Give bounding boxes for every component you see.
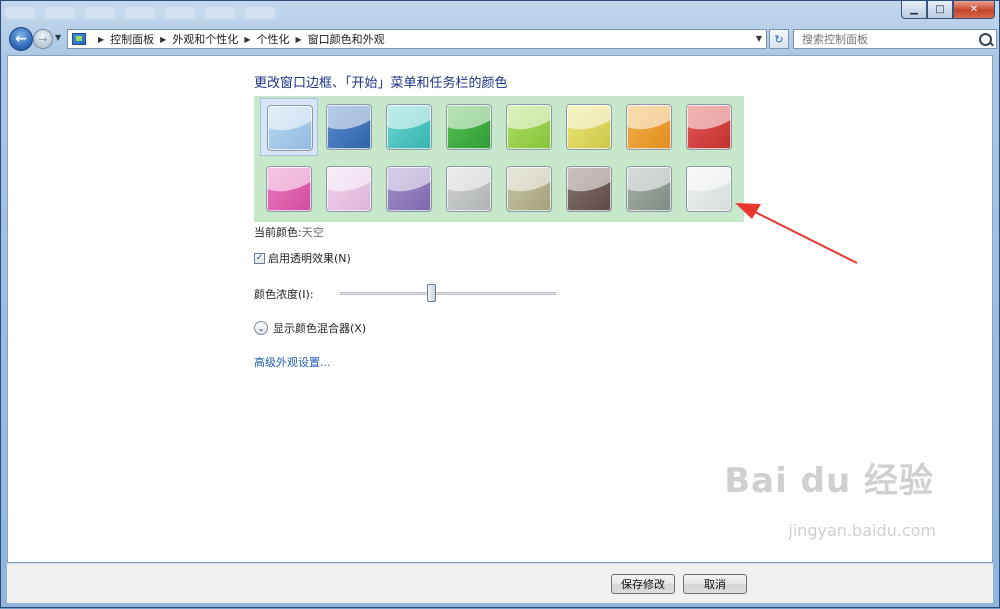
control-panel-icon bbox=[72, 33, 86, 45]
search-icon[interactable] bbox=[979, 33, 992, 46]
transparency-checkbox[interactable]: ✓ bbox=[254, 252, 265, 264]
search-box[interactable] bbox=[793, 29, 997, 49]
title-text-blurred bbox=[5, 7, 275, 19]
color-swatch-cell[interactable] bbox=[680, 98, 738, 156]
color-swatch-cell[interactable] bbox=[500, 160, 558, 218]
color-swatch[interactable] bbox=[326, 166, 372, 212]
color-swatch[interactable] bbox=[686, 104, 732, 150]
page-title: 更改窗口边框、「开始」菜单和任务栏的颜色 bbox=[254, 76, 508, 91]
color-swatch[interactable] bbox=[626, 104, 672, 150]
color-swatch[interactable] bbox=[326, 104, 372, 150]
chevron-down-icon[interactable]: ⌄ bbox=[254, 321, 268, 335]
color-swatch-cell[interactable] bbox=[440, 160, 498, 218]
color-swatch-cell[interactable] bbox=[440, 98, 498, 156]
footer-bar: 保存修改 取消 bbox=[7, 563, 993, 603]
current-color-value: 天空 bbox=[301, 226, 324, 239]
color-swatch-cell[interactable] bbox=[260, 98, 318, 156]
breadcrumb-control-panel[interactable]: 控制面板 ▶ bbox=[110, 31, 172, 47]
current-color-label: 当前颜色: bbox=[254, 226, 302, 239]
navigation-bar: ← → ▼ ▶ 控制面板 ▶ 外观和个性化 ▶ 个性化 ▶ 窗口颜色和外观 ▼ ↻ bbox=[5, 27, 997, 51]
color-swatch-cell[interactable] bbox=[560, 98, 618, 156]
color-swatch[interactable] bbox=[446, 166, 492, 212]
color-swatch[interactable] bbox=[446, 104, 492, 150]
checkmark-icon: ✓ bbox=[255, 252, 264, 263]
breadcrumb-window-color[interactable]: 窗口颜色和外观 bbox=[308, 31, 385, 47]
color-swatch[interactable] bbox=[506, 166, 552, 212]
recent-pages-dropdown-icon[interactable]: ▼ bbox=[55, 33, 61, 42]
color-swatch-cell[interactable] bbox=[320, 160, 378, 218]
save-changes-button[interactable]: 保存修改 bbox=[611, 574, 675, 594]
color-swatch[interactable] bbox=[266, 166, 312, 212]
refresh-icon: ↻ bbox=[774, 32, 784, 46]
baidu-watermark-url: jingyan.baidu.com bbox=[788, 521, 936, 540]
back-arrow-icon: ← bbox=[15, 31, 27, 47]
cancel-button[interactable]: 取消 bbox=[683, 574, 747, 594]
chevron-right-icon: ▶ bbox=[98, 34, 105, 44]
color-swatch[interactable] bbox=[566, 104, 612, 150]
color-swatch[interactable] bbox=[386, 166, 432, 212]
color-swatch[interactable] bbox=[686, 166, 732, 212]
breadcrumb-separator[interactable]: ▶ bbox=[92, 35, 110, 44]
back-button[interactable]: ← bbox=[9, 27, 33, 51]
breadcrumb-label: 个性化 bbox=[256, 33, 290, 46]
intensity-label: 颜色浓度(I): bbox=[254, 288, 314, 301]
forward-button[interactable]: → bbox=[33, 29, 53, 49]
advanced-appearance-link[interactable]: 高级外观设置... bbox=[254, 354, 331, 370]
color-swatch-cell[interactable] bbox=[380, 160, 438, 218]
address-bar[interactable]: ▶ 控制面板 ▶ 外观和个性化 ▶ 个性化 ▶ 窗口颜色和外观 ▼ bbox=[67, 29, 767, 49]
chevron-right-icon[interactable]: ▶ bbox=[160, 35, 166, 44]
color-swatch[interactable] bbox=[267, 105, 313, 151]
color-swatch-cell[interactable] bbox=[560, 160, 618, 218]
chevron-right-icon[interactable]: ▶ bbox=[244, 35, 250, 44]
color-swatch-cell[interactable] bbox=[620, 160, 678, 218]
color-swatch[interactable] bbox=[506, 104, 552, 150]
refresh-button[interactable]: ↻ bbox=[769, 29, 789, 49]
color-swatch[interactable] bbox=[626, 166, 672, 212]
transparency-option[interactable]: ✓ 启用透明效果(N) bbox=[254, 250, 351, 266]
color-swatch[interactable] bbox=[386, 104, 432, 150]
breadcrumb-label: 外观和个性化 bbox=[172, 33, 239, 46]
current-color: 当前颜色:天空 bbox=[254, 224, 324, 240]
address-dropdown-icon[interactable]: ▼ bbox=[756, 34, 762, 43]
color-swatch-cell[interactable] bbox=[500, 98, 558, 156]
breadcrumb-personalization[interactable]: 个性化 ▶ bbox=[256, 31, 307, 47]
color-swatch-cell[interactable] bbox=[320, 98, 378, 156]
close-button[interactable]: ✕ bbox=[953, 1, 995, 19]
breadcrumb-label: 窗口颜色和外观 bbox=[307, 33, 385, 46]
maximize-button[interactable]: □ bbox=[927, 1, 953, 19]
control-panel-window: ▁ □ ✕ ← → ▼ ▶ 控制面板 ▶ 外观和个性化 ▶ 个性化 ▶ 窗口颜色和外观… bbox=[0, 0, 1000, 608]
intensity-slider-track[interactable] bbox=[340, 292, 556, 295]
color-swatch-cell[interactable] bbox=[620, 98, 678, 156]
color-swatch-cell[interactable] bbox=[380, 98, 438, 156]
color-swatch-cell[interactable] bbox=[260, 160, 318, 218]
color-swatch-palette bbox=[254, 96, 744, 222]
chevron-right-icon[interactable]: ▶ bbox=[295, 35, 301, 44]
baidu-watermark: Bai du 经验 bbox=[724, 461, 934, 501]
color-mixer-label[interactable]: 显示颜色混合器(X) bbox=[273, 320, 366, 336]
minimize-button[interactable]: ▁ bbox=[901, 1, 927, 19]
color-swatch[interactable] bbox=[566, 166, 612, 212]
caption-buttons: ▁ □ ✕ bbox=[901, 1, 995, 19]
color-swatch-cell[interactable] bbox=[680, 160, 738, 218]
color-mixer-toggle[interactable]: ⌄ 显示颜色混合器(X) bbox=[254, 320, 366, 336]
breadcrumb-appearance[interactable]: 外观和个性化 ▶ bbox=[172, 31, 256, 47]
search-input[interactable] bbox=[800, 31, 976, 47]
intensity-slider-thumb[interactable] bbox=[426, 284, 436, 302]
title-bar: ▁ □ ✕ bbox=[1, 1, 999, 25]
main-content: 更改窗口边框、「开始」菜单和任务栏的颜色 当前颜色:天空 ✓ 启用透明效果(N)… bbox=[7, 55, 993, 563]
transparency-label[interactable]: 启用透明效果(N) bbox=[268, 250, 351, 266]
breadcrumb-label: 控制面板 bbox=[110, 33, 155, 46]
forward-arrow-icon: → bbox=[38, 32, 48, 46]
